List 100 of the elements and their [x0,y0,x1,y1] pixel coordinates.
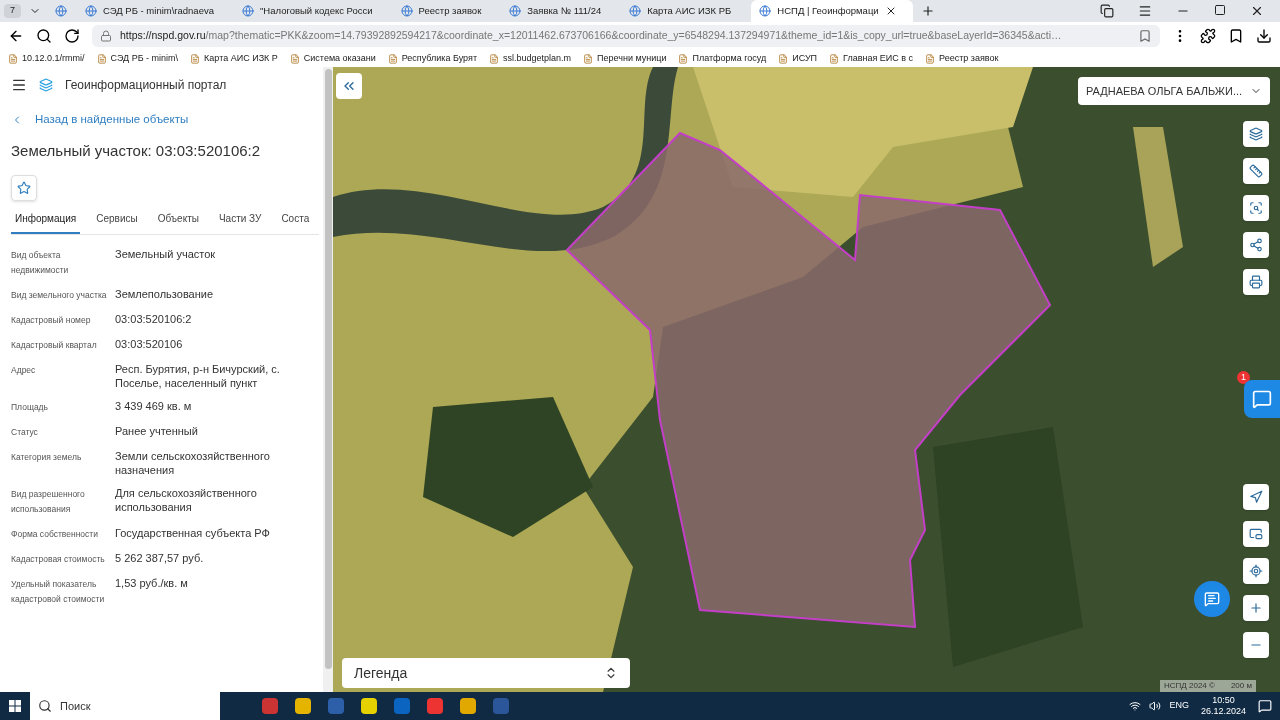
navigation-button[interactable] [1243,484,1269,510]
copyright-text: НСПД 2024 © [1164,680,1215,692]
field-label: Категория земель [11,450,83,464]
field-label: Площадь [11,400,49,414]
legend-dropdown[interactable]: Легенда [342,658,630,688]
clock-time: 10:50 [1212,695,1235,706]
field-label: Кадастровая стоимость [11,552,106,566]
print-button[interactable] [1243,269,1269,295]
bookmark-link[interactable]: Республика Бурят [387,51,477,66]
back-link[interactable]: Назад в найденные объекты [11,111,319,129]
navigation-icon [1249,490,1263,504]
field-value: Ранее учтенный [115,423,199,439]
lock-icon [100,30,112,42]
scrollbar[interactable] [323,67,333,692]
language-indicator[interactable]: ENG [1169,699,1189,713]
app-icon[interactable] [460,698,476,714]
minimap-button[interactable] [1243,521,1269,547]
bookmark-link[interactable]: Перечни муници [583,51,667,66]
tab-title: Заявка № 111/24 [527,3,602,18]
extensions-icon[interactable] [1200,28,1216,44]
browser-tab[interactable]: СЭД РБ - minim\radnaeva [77,0,230,22]
taskbar-search-field[interactable]: Поиск [30,692,220,720]
app-icon[interactable] [295,698,311,714]
browser-tab[interactable]: НСПД | Геоинформаци [751,0,913,22]
url-text: https://nspd.gov.ru/map?thematic=PKK&zoom=14.79392892594217&coordinate_x=12011462.673706166&coordinate_y=6548294.137294971&theme_id=1&is_copy_url=true&baseLayerId=36345&acti… [120,28,1062,44]
info-tab[interactable]: Информация [11,210,81,234]
field-value: Земельный участок [115,246,217,262]
collapse-panel-button[interactable] [336,73,362,99]
locate-button[interactable] [1243,558,1269,584]
info-tab[interactable]: Соста [277,210,314,234]
user-dropdown[interactable]: РАДНАЕВА ОЛЬГА БАЛЬЖИ... [1078,77,1270,105]
scan-search-button[interactable] [1243,195,1269,221]
app-icon[interactable] [427,698,443,714]
browser-tab[interactable]: Реестр заявок [392,0,498,22]
browser-tab[interactable]: "Налоговый кодекс Росси [233,0,389,22]
info-tab[interactable]: Объекты [153,210,203,234]
favorite-button[interactable] [11,174,37,201]
tab-title: НСПД | Геоинформаци [777,3,879,18]
field-label: Статус [11,425,39,439]
site-icon[interactable] [55,5,67,17]
maximize-icon[interactable] [1214,4,1226,16]
field-label: Вид объекта недвижимости [11,248,70,277]
layers-button[interactable] [1243,121,1269,147]
page-icon [190,53,201,64]
tab-title: Реестр заявок [418,3,482,18]
volume-icon[interactable] [1149,700,1162,712]
search-icon[interactable] [36,28,52,44]
logo-icon [39,78,53,92]
scan-search-icon [1249,201,1263,215]
info-tab[interactable]: Сервисы [92,210,142,234]
bookmark-icon[interactable] [1138,29,1152,43]
scale-label: 200 м [1230,680,1252,692]
clock-date: 26.12.2024 [1200,706,1246,717]
site-icon [241,5,254,17]
bookmark-link[interactable]: СЭД РБ - minim\ [96,51,179,66]
page-icon [387,53,398,64]
browser-tab[interactable]: Карта АИС ИЗК РБ [621,0,748,22]
layers-icon [1249,127,1263,141]
page-icon [925,53,936,64]
info-tab[interactable]: Части ЗУ [214,210,266,234]
field-value: Землепользование [115,286,215,302]
bookmark-link[interactable]: Реестр заявок [925,51,999,66]
bookmark-link[interactable]: ssl.budgetplan.m [489,51,572,66]
menu-icon[interactable] [11,77,27,93]
bookmark-link[interactable]: ИСУП [778,51,818,66]
share-button[interactable] [1243,232,1269,258]
field-label: Адрес [11,363,37,377]
print-icon [1249,275,1263,289]
back-icon[interactable] [8,28,24,44]
bookmark-link[interactable]: Система оказани [289,51,376,66]
field-value: Респ. Бурятия, р-н Бичурский, с. Поселье, населенный пункт [115,361,281,390]
app-icon[interactable] [361,698,377,714]
field-value: 1,53 руб./кв. м [115,575,189,591]
field-value: 5 262 387,57 руб. [115,550,205,566]
field-label: Удельный показатель кадастровой стоимости [11,577,106,606]
menu-icon[interactable] [1138,4,1152,18]
address-bar[interactable]: https://nspd.gov.ru/map?thematic=PKK&zoom=14.79392892594217&coordinate_x=12011462.673706166&coordinate_y=6548294.137294971&theme_id=1&is_copy_url=true&baseLayerId=36345&acti… [92,25,1160,47]
tab-count[interactable]: 7 [4,4,21,18]
bookmark-link[interactable]: 10.12.0.1/rmmi/ [8,51,85,66]
new-tab-icon[interactable] [920,4,935,18]
field-value: Для сельскохозяйственного использования [115,485,258,515]
feedback-button[interactable] [1244,380,1280,418]
close-icon[interactable] [1250,4,1264,18]
bookmark-link[interactable]: Главная ЕИС в с [829,51,914,66]
field-label: Вид земельного участка [11,288,107,302]
bookmarks-icon[interactable] [1228,28,1244,44]
page-icon [678,53,689,64]
bookmark-link[interactable]: Платформа госуд [678,51,767,66]
zoom-in-button[interactable] [1243,595,1269,621]
tabs-icon[interactable] [1100,4,1114,18]
browser-tab[interactable]: Заявка № 111/24 [501,0,618,22]
bookmark-link[interactable]: Карта АИС ИЗК Р [190,51,278,66]
reload-icon[interactable] [64,28,80,44]
field-label: Кадастровый квартал [11,338,98,352]
network-icon[interactable] [1129,700,1142,712]
field-value: Земли сельскохозяйственного назначения [115,448,271,477]
download-icon[interactable] [1256,28,1272,44]
share-icon [1249,238,1263,252]
ruler-button[interactable] [1243,158,1269,184]
notifications-icon[interactable] [1258,699,1272,713]
